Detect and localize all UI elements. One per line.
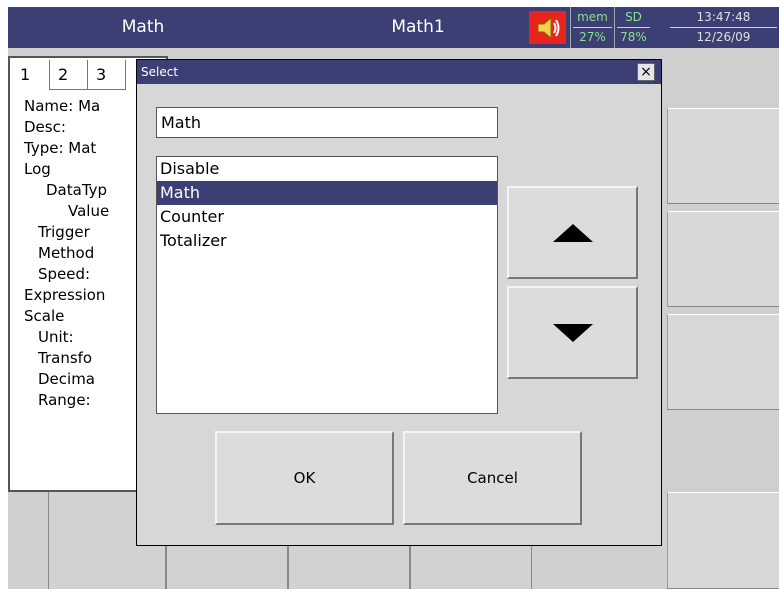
tree-item-trigger[interactable]: Trigger — [24, 222, 109, 243]
side-button-2[interactable] — [667, 211, 779, 307]
memory-status: mem 27% — [570, 7, 614, 48]
dialog-title: Select — [141, 65, 179, 79]
option-counter[interactable]: Counter — [157, 205, 497, 229]
clock-time: 13:47:48 — [696, 10, 751, 24]
tab-1[interactable]: 1 — [12, 60, 50, 90]
tab-bar: 1 2 3 — [12, 60, 126, 90]
dialog-titlebar[interactable]: Select — [137, 60, 661, 84]
tree-item-unit[interactable]: Unit: — [24, 327, 109, 348]
screen-title: Math — [121, 17, 165, 37]
mem-label: mem — [577, 10, 608, 24]
sd-label: SD — [625, 10, 642, 24]
tree-item-range[interactable]: Range: — [24, 390, 109, 411]
side-button-3[interactable] — [667, 314, 779, 410]
side-button-4[interactable] — [667, 492, 779, 589]
option-math[interactable]: Math — [157, 181, 497, 205]
tree-item-name[interactable]: Name: Ma — [24, 96, 109, 117]
tree-item-transform[interactable]: Transfo — [24, 348, 109, 369]
top-status-bar: Math Math1 mem 27% SD 78% 13:47:48 12/26… — [8, 7, 779, 48]
tree-item-expression[interactable]: Expression — [24, 285, 109, 306]
clock-date: 12/26/09 — [696, 30, 751, 44]
ok-button[interactable]: OK — [215, 431, 394, 525]
down-arrow-icon — [552, 323, 593, 342]
tree-item-datatype[interactable]: DataTyp — [24, 180, 109, 201]
speaker-icon[interactable] — [529, 11, 566, 44]
selected-value-field[interactable]: Math — [156, 107, 498, 138]
scroll-down-button[interactable] — [507, 286, 638, 379]
up-arrow-icon — [552, 223, 593, 242]
tree-item-decimal[interactable]: Decima — [24, 369, 109, 390]
cancel-button[interactable]: Cancel — [403, 431, 582, 525]
sd-value: 78% — [620, 30, 647, 44]
tree-item-log[interactable]: Log — [24, 159, 109, 180]
tab-3[interactable]: 3 — [88, 60, 126, 90]
tree-item-scale[interactable]: Scale — [24, 306, 109, 327]
clock: 13:47:48 12/26/09 — [668, 7, 779, 48]
tree-item-speed[interactable]: Speed: — [24, 264, 109, 285]
tree-item-type[interactable]: Type: Mat — [24, 138, 109, 159]
side-button-1[interactable] — [667, 108, 779, 204]
option-totalizer[interactable]: Totalizer — [157, 229, 497, 253]
tree-item-method[interactable]: Method — [24, 243, 109, 264]
tree-item-value[interactable]: Value — [24, 201, 109, 222]
close-button[interactable]: × — [637, 63, 655, 81]
select-dialog: Select × Math Disable Math Counter Total… — [136, 59, 662, 546]
config-tree: Name: Ma Desc: Type: Mat Log DataTyp Val… — [24, 96, 109, 411]
options-listbox[interactable]: Disable Math Counter Totalizer — [156, 156, 498, 414]
sd-status: SD 78% — [614, 7, 652, 48]
scroll-up-button[interactable] — [507, 186, 638, 279]
tab-2[interactable]: 2 — [50, 60, 88, 90]
channel-title: Math1 — [391, 17, 445, 37]
mem-value: 27% — [579, 30, 606, 44]
option-disable[interactable]: Disable — [157, 157, 497, 181]
tree-item-desc[interactable]: Desc: — [24, 117, 109, 138]
